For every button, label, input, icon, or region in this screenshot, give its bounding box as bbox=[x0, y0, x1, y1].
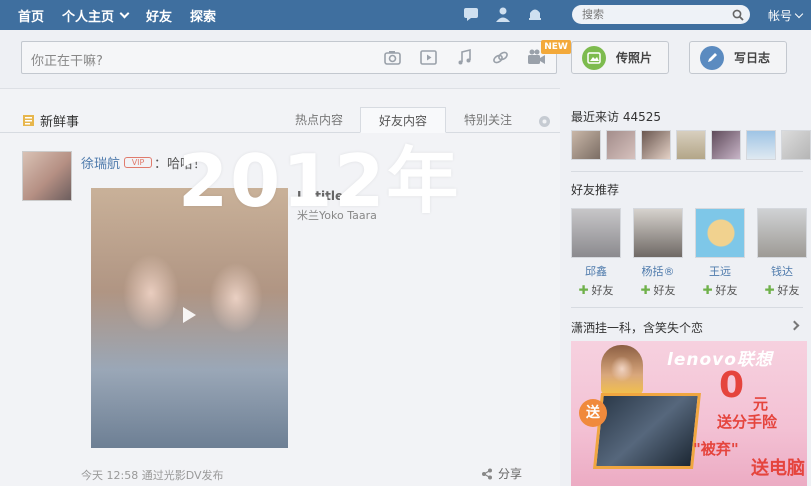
vip-badge: VIP bbox=[124, 157, 153, 168]
divider bbox=[571, 171, 803, 172]
nav-profile[interactable]: 个人主页 bbox=[62, 6, 130, 25]
write-blog-button[interactable]: 写日志 bbox=[689, 41, 787, 74]
feed-header: 新鲜事 热点内容 好友内容 特别关注 bbox=[0, 105, 560, 133]
account-label: 帐号 bbox=[768, 9, 793, 23]
video-icon[interactable] bbox=[419, 48, 438, 67]
status-placeholder: 你正在干嘛? bbox=[31, 54, 103, 69]
recommend-card: 邱鑫 ✚ 好友 bbox=[571, 208, 621, 298]
recommend-name[interactable]: 邱鑫 bbox=[571, 263, 621, 279]
recommend-avatar[interactable] bbox=[571, 208, 621, 258]
visitor-avatar[interactable] bbox=[641, 130, 671, 160]
add-friend-button[interactable]: ✚ 好友 bbox=[695, 282, 745, 298]
new-badge: NEW bbox=[541, 40, 571, 54]
add-friend-label: 好友 bbox=[715, 284, 738, 297]
tab-special[interactable]: 特别关注 bbox=[458, 107, 518, 133]
recent-visitors-label: 最近来访 44525 bbox=[571, 110, 661, 124]
add-friend-button[interactable]: ✚ 好友 bbox=[633, 282, 683, 298]
pencil-icon bbox=[700, 45, 724, 70]
share-button[interactable]: 分享 bbox=[481, 465, 522, 482]
add-friend-button[interactable]: ✚ 好友 bbox=[757, 282, 807, 298]
link-icon[interactable] bbox=[491, 48, 510, 67]
plus-icon: ✚ bbox=[702, 283, 713, 297]
visitor-avatar[interactable] bbox=[571, 130, 601, 160]
nav-icons bbox=[462, 5, 544, 23]
news-icon bbox=[22, 114, 35, 127]
recommend-name[interactable]: 钱达 bbox=[757, 263, 807, 279]
visitor-avatar[interactable] bbox=[676, 130, 706, 160]
top-nav: 首页 个人主页 好友 探索 搜索 帐号 bbox=[0, 0, 811, 30]
ad-model-image bbox=[601, 345, 643, 395]
write-blog-label: 写日志 bbox=[734, 51, 771, 65]
account-menu[interactable]: 帐号 bbox=[768, 7, 804, 24]
search-placeholder: 搜索 bbox=[582, 8, 604, 21]
status-tools bbox=[383, 48, 546, 67]
recent-visitors bbox=[571, 130, 811, 160]
nav-home[interactable]: 首页 bbox=[18, 6, 44, 25]
post-meta: 今天 12:58 通过光影DV发布 bbox=[81, 469, 224, 482]
search-icon[interactable] bbox=[732, 8, 744, 21]
feed-title-label: 新鲜事 bbox=[40, 115, 80, 130]
post-author-avatar[interactable] bbox=[22, 151, 72, 201]
add-friend-button[interactable]: ✚ 好友 bbox=[571, 282, 621, 298]
visitor-avatar[interactable] bbox=[746, 130, 776, 160]
search-input[interactable]: 搜索 bbox=[572, 5, 750, 24]
user-icon[interactable] bbox=[494, 5, 512, 23]
overlay-year-title: 2012年 bbox=[178, 139, 461, 223]
ad-slogan: 送电脑 bbox=[751, 458, 805, 479]
nav-profile-label: 个人主页 bbox=[62, 9, 115, 25]
visitor-avatar[interactable] bbox=[711, 130, 741, 160]
recommend-card: 王远 ✚ 好友 bbox=[695, 208, 745, 298]
recommend-avatar[interactable] bbox=[633, 208, 683, 258]
ad-badge: 送 bbox=[579, 399, 607, 427]
plus-icon: ✚ bbox=[578, 283, 589, 297]
chevron-down-icon bbox=[794, 9, 804, 19]
add-friend-label: 好友 bbox=[653, 284, 676, 297]
plus-icon: ✚ bbox=[764, 283, 775, 297]
upload-photo-button[interactable]: 传照片 bbox=[571, 41, 669, 74]
share-icon bbox=[481, 468, 493, 480]
music-icon[interactable] bbox=[455, 48, 474, 67]
recommend-avatar[interactable] bbox=[757, 208, 807, 258]
ad-title[interactable]: 潇洒挂一科，含笑失个恋 bbox=[571, 319, 703, 336]
tab-friends[interactable]: 好友内容 bbox=[360, 107, 446, 133]
plus-icon: ✚ bbox=[640, 283, 651, 297]
ad-slogan: 送分手险 bbox=[717, 413, 778, 431]
chevron-down-icon[interactable] bbox=[119, 8, 130, 18]
share-label: 分享 bbox=[498, 467, 523, 481]
feed-title: 新鲜事 bbox=[22, 111, 79, 130]
add-friend-label: 好友 bbox=[591, 284, 614, 297]
ad-laptop-image bbox=[593, 393, 701, 469]
ad-price: 0 bbox=[719, 365, 745, 406]
chevron-right-icon[interactable] bbox=[789, 320, 800, 331]
ad-slogan: "被弃" bbox=[693, 440, 739, 458]
recommend-card: 杨括® ✚ 好友 bbox=[633, 208, 683, 298]
recommend-label: 好友推荐 bbox=[571, 183, 620, 197]
add-friend-label: 好友 bbox=[777, 284, 800, 297]
nav-friends[interactable]: 好友 bbox=[146, 6, 172, 25]
notification-icon[interactable] bbox=[526, 5, 544, 23]
status-area: 你正在干嘛? NEW 传照片 写日志 bbox=[0, 30, 811, 88]
right-sidebar: 最近来访 44525 好友推荐 邱鑫 ✚ 好友 杨括® ✚ 好友 王远 ✚ 好友 钱达… bbox=[560, 88, 811, 486]
nav-explore[interactable]: 探索 bbox=[190, 6, 216, 25]
post-author-name[interactable]: 徐瑞航 bbox=[81, 153, 120, 172]
visitor-avatar[interactable] bbox=[781, 130, 811, 160]
recommend-name[interactable]: 杨括® bbox=[633, 263, 683, 279]
tab-hot[interactable]: 热点内容 bbox=[289, 107, 349, 133]
photo-icon bbox=[582, 45, 606, 70]
visitor-avatar[interactable] bbox=[606, 130, 636, 160]
divider bbox=[571, 307, 803, 308]
lenovo-ad[interactable]: 送 lenovo联想 0 元 送分手险 "被弃" 送电脑 bbox=[571, 341, 807, 486]
gear-icon[interactable] bbox=[538, 113, 551, 127]
upload-photo-label: 传照片 bbox=[616, 51, 653, 65]
recommend-name[interactable]: 王远 bbox=[695, 263, 745, 279]
play-icon[interactable] bbox=[183, 307, 196, 323]
recommend-avatar[interactable] bbox=[695, 208, 745, 258]
recommend-card: 钱达 ✚ 好友 bbox=[757, 208, 807, 298]
camera-icon[interactable] bbox=[383, 48, 402, 67]
message-icon[interactable] bbox=[462, 5, 480, 23]
